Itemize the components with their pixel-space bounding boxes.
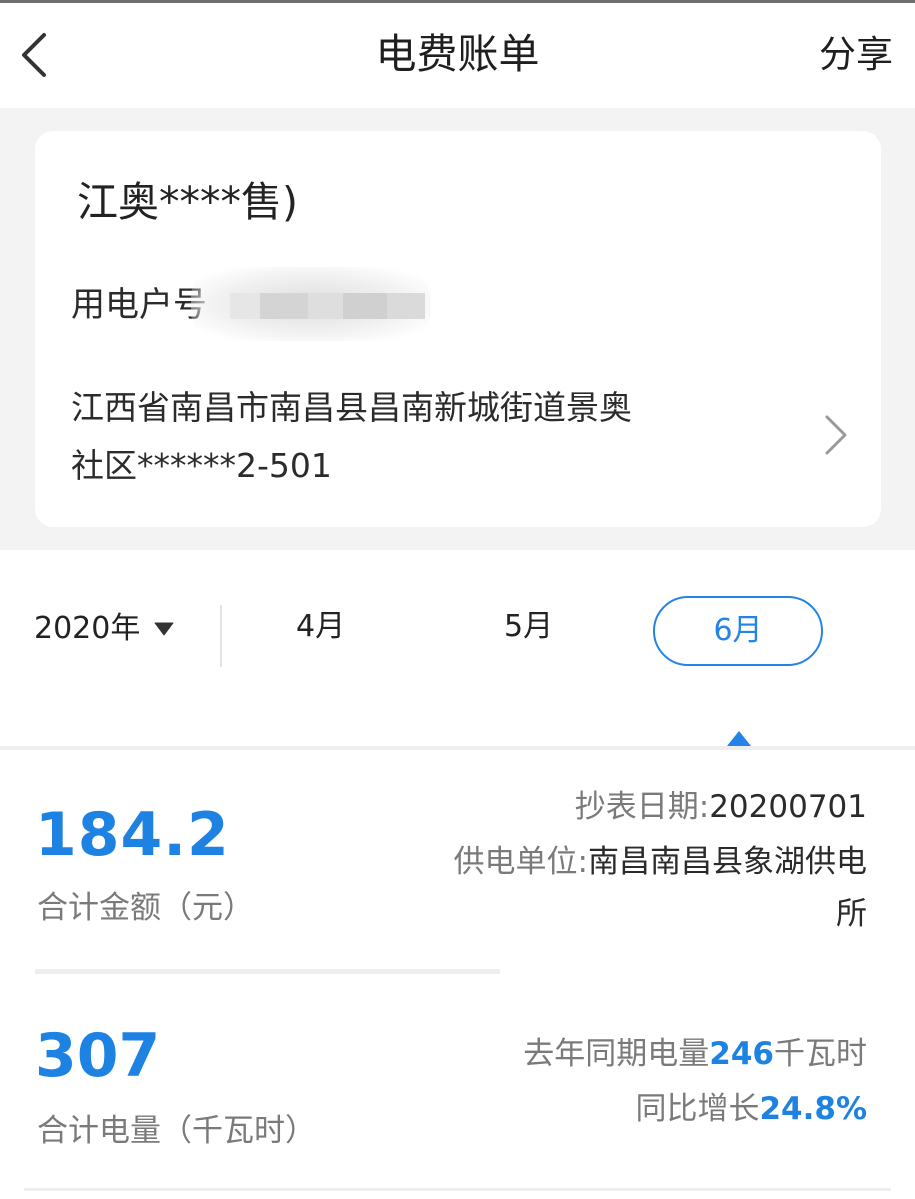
section-divider	[0, 746, 915, 750]
period-selector: 2020年 4月 5月 6月	[0, 550, 915, 746]
account-number-label: 用电户号	[71, 285, 207, 325]
amount-divider	[35, 969, 500, 974]
total-energy-label: 合计电量（千瓦时）	[37, 1113, 316, 1149]
chevron-right-icon[interactable]	[819, 413, 851, 457]
meter-read-date-value: 20200701	[709, 789, 867, 825]
total-amount-value: 184.2	[35, 800, 230, 870]
account-number-blur	[230, 293, 425, 319]
meter-read-date-label: 抄表日期:	[574, 789, 710, 825]
address-line-1: 江西省南昌市南昌县昌南新城街道景奥	[71, 388, 632, 427]
year-label: 2020年	[34, 611, 141, 646]
address: 江西省南昌市南昌县昌南新城街道景奥 社区******2-501	[71, 379, 721, 495]
chevron-left-icon	[22, 33, 46, 77]
last-year-unit: 千瓦时	[774, 1036, 867, 1072]
address-line-2: 社区******2-501	[71, 446, 332, 485]
app-header: 电费账单 分享	[0, 3, 915, 108]
tab-month-5[interactable]: 5月	[504, 607, 553, 647]
total-energy-value: 307	[35, 1021, 161, 1091]
last-year-value: 246	[709, 1036, 774, 1072]
last-year-usage: 去年同期电量246千瓦时	[523, 1031, 867, 1077]
total-amount-label: 合计金额（元）	[37, 890, 254, 926]
meter-read-date: 抄表日期:20200701	[575, 784, 867, 830]
supply-unit-value: 南昌南昌县象湖供电所	[588, 844, 867, 932]
selected-pointer-icon	[727, 731, 751, 746]
account-name: 江奥****售)	[77, 178, 298, 226]
bottom-divider	[24, 1188, 891, 1191]
supply-unit: 供电单位:南昌南昌县象湖供电所	[447, 836, 867, 940]
caret-down-icon	[154, 622, 174, 636]
last-year-prefix: 去年同期电量	[523, 1036, 710, 1072]
year-dropdown[interactable]: 2020年	[34, 609, 174, 649]
tab-month-4[interactable]: 4月	[296, 607, 345, 647]
tab-month-6-selected[interactable]: 6月	[653, 596, 823, 666]
back-button[interactable]	[10, 23, 70, 87]
share-button[interactable]: 分享	[819, 31, 893, 79]
yoy-prefix: 同比增长	[635, 1091, 760, 1127]
year-over-year-growth: 同比增长24.8%	[635, 1086, 867, 1132]
yoy-value: 24.8%	[759, 1091, 867, 1127]
vertical-divider	[220, 605, 222, 667]
supply-unit-label: 供电单位:	[453, 844, 588, 880]
account-card[interactable]: 江奥****售) 用电户号 江西省南昌市南昌县昌南新城街道景奥 社区******…	[35, 131, 881, 527]
page-title: 电费账单	[375, 30, 540, 78]
